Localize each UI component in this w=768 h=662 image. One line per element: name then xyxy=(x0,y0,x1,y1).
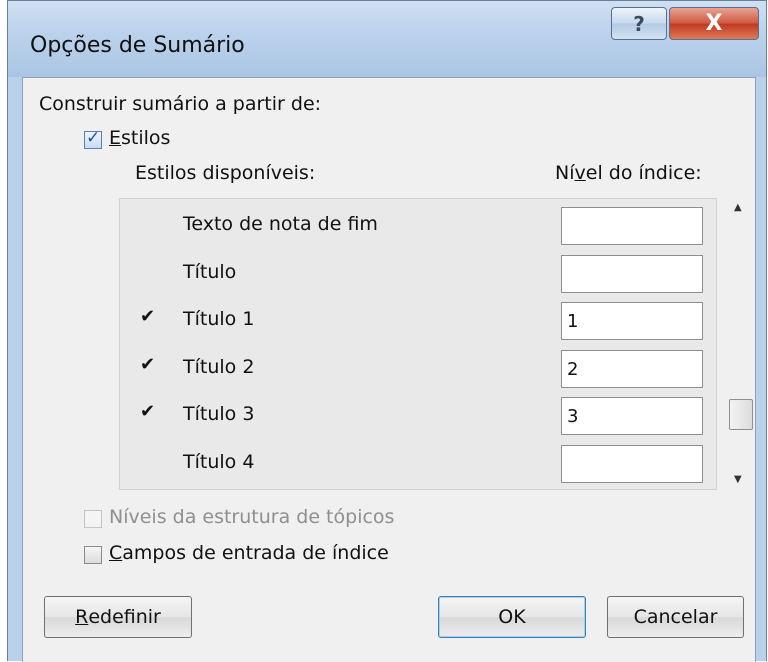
index-level-label: Nível do índice: xyxy=(555,162,702,184)
help-button[interactable]: ? xyxy=(611,7,667,40)
close-icon: X xyxy=(705,11,723,36)
styles-listbox[interactable]: Texto de nota de fim Título ✔ Título 1 1 ✔ Tít… xyxy=(119,198,717,490)
style-selected-check-icon: ✔ xyxy=(140,306,156,327)
style-level-input[interactable]: 2 xyxy=(561,349,703,388)
help-icon: ? xyxy=(633,11,645,36)
index-fields-checkbox[interactable] xyxy=(84,546,102,564)
reset-button[interactable]: Redefinir xyxy=(44,596,192,638)
style-level-input[interactable] xyxy=(561,207,703,245)
style-name: Título 3 xyxy=(183,403,255,425)
style-list-row[interactable]: Texto de nota de fim xyxy=(120,203,718,249)
style-name: Título 1 xyxy=(183,308,255,330)
style-list-row[interactable]: ✔ Título 3 3 xyxy=(120,393,718,439)
outline-levels-label: Níveis da estrutura de tópicos xyxy=(109,506,395,528)
style-name: Título 4 xyxy=(183,450,255,473)
close-button[interactable]: X xyxy=(669,7,759,40)
style-list-row[interactable]: Título 4 xyxy=(120,441,718,487)
style-selected-check-icon: ✔ xyxy=(140,401,156,422)
styles-scrollbar[interactable]: ▲ ▼ xyxy=(729,198,753,490)
construct-from-label: Construir sumário a partir de: xyxy=(39,93,322,115)
checkmark-icon: ✓ xyxy=(86,128,101,148)
style-name: Título xyxy=(183,260,237,283)
style-list-row[interactable]: ✔ Título 2 2 xyxy=(120,346,718,392)
cancel-button[interactable]: Cancelar xyxy=(607,596,744,638)
toc-options-dialog: Opções de Sumário ? X Construir sumário … xyxy=(7,0,767,662)
ok-button[interactable]: OK xyxy=(438,596,586,638)
dialog-title: Opções de Sumário xyxy=(30,33,245,58)
scroll-up-icon[interactable]: ▲ xyxy=(734,202,742,213)
style-list-row[interactable]: ✔ Título 1 1 xyxy=(120,298,718,344)
background-strip xyxy=(0,0,7,661)
dialog-body: Construir sumário a partir de: ✓ Estilos… xyxy=(22,77,756,662)
style-level-input[interactable]: 1 xyxy=(561,302,703,340)
title-bar: Opções de Sumário ? X xyxy=(8,1,766,77)
style-name: Texto de nota de fim xyxy=(183,213,378,235)
available-styles-label: Estilos disponíveis: xyxy=(135,162,316,184)
index-fields-label[interactable]: Campos de entrada de índice xyxy=(109,542,389,564)
style-level-input[interactable]: 3 xyxy=(561,397,703,435)
scroll-down-icon[interactable]: ▼ xyxy=(734,474,742,485)
scroll-thumb[interactable] xyxy=(729,399,753,430)
outline-levels-checkbox[interactable] xyxy=(84,510,102,528)
style-selected-check-icon: ✔ xyxy=(140,353,156,375)
style-level-input[interactable] xyxy=(561,444,703,483)
style-name: Título 2 xyxy=(183,355,255,378)
style-level-input[interactable] xyxy=(561,254,703,293)
styles-checkbox[interactable]: ✓ xyxy=(84,128,102,149)
style-list-row[interactable]: Título xyxy=(120,251,718,297)
styles-checkbox-label[interactable]: Estilos xyxy=(109,127,170,149)
